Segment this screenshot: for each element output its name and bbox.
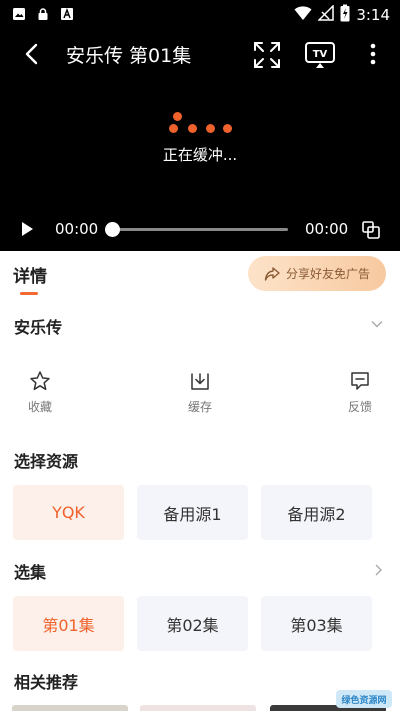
episode-chip[interactable]: 第02集 [137,596,248,651]
cache-button[interactable]: 缓存 [170,370,230,415]
feedback-button[interactable]: 反馈 [330,370,390,415]
show-title: 安乐传 [14,318,63,337]
status-time: 3:14 [356,6,390,24]
tv-cast-button[interactable]: TV [304,40,336,70]
player-topbar: 安乐传 第01集 TV [0,32,400,76]
fullscreen-button[interactable] [252,40,282,70]
more-options-button[interactable] [362,40,384,70]
cache-label: 缓存 [187,400,212,414]
back-button[interactable] [18,40,46,68]
feedback-icon [351,372,369,390]
play-button[interactable] [18,220,36,238]
battery-icon [340,4,350,26]
recommend-thumbnail[interactable] [140,705,256,711]
chevron-right-icon[interactable] [372,562,384,576]
svg-text:TV: TV [313,49,328,60]
chevron-down-icon[interactable] [370,316,384,330]
play-icon [22,222,33,236]
recommend-section-title: 相关推荐 [14,673,79,692]
video-player[interactable]: 3:14 安乐传 第01集 TV 正在缓冲... 00:00 00:00 [0,0,400,251]
font-icon [60,6,74,20]
tab-active-indicator [20,292,38,295]
watermark-logo: 绿色资源网 [336,690,392,708]
share-label: 分享好友免广告 [285,267,370,281]
total-time: 00:00 [305,220,349,238]
lock-icon [36,6,50,20]
back-arrow-icon [25,43,38,65]
star-icon [30,371,50,391]
watermark-text: 绿色资源网 [341,695,387,706]
status-bar: 3:14 [0,0,400,28]
episode-chip[interactable]: 第01集 [13,596,124,651]
favorite-label: 收藏 [27,400,52,414]
fullscreen-icon [254,42,280,68]
download-icon [191,373,209,390]
action-bar: 收藏 缓存 反馈 [0,370,400,418]
current-time: 00:00 [55,220,99,238]
more-vertical-icon [370,43,376,65]
recommend-thumbnail[interactable] [12,705,128,711]
feedback-label: 反馈 [347,400,372,414]
source-chip[interactable]: YQK [13,485,124,540]
source-section-title: 选择资源 [14,452,79,471]
image-icon [12,6,26,20]
player-controls: 00:00 00:00 [0,214,400,244]
tv-cast-icon: TV [305,42,335,68]
source-chip[interactable]: 备用源1 [137,485,248,540]
episode-chip[interactable]: 第03集 [261,596,372,651]
source-chip[interactable]: 备用源2 [261,485,372,540]
window-mode-icon [362,221,380,239]
share-icon [264,266,280,281]
buffering-text: 正在缓冲... [162,146,238,164]
seek-thumb[interactable] [105,222,120,237]
signal-icon [317,4,335,25]
favorite-button[interactable]: 收藏 [10,370,70,415]
window-mode-button[interactable] [361,220,381,240]
tab-detail[interactable]: 详情 [13,262,47,287]
episode-section-title: 选集 [14,563,47,582]
loading-dots-icon [165,112,235,136]
wifi-icon [294,5,312,25]
buffering-indicator: 正在缓冲... [0,112,400,165]
seek-bar[interactable] [112,228,288,231]
video-title: 安乐传 第01集 [66,45,192,67]
share-button[interactable]: 分享好友免广告 [248,256,386,291]
